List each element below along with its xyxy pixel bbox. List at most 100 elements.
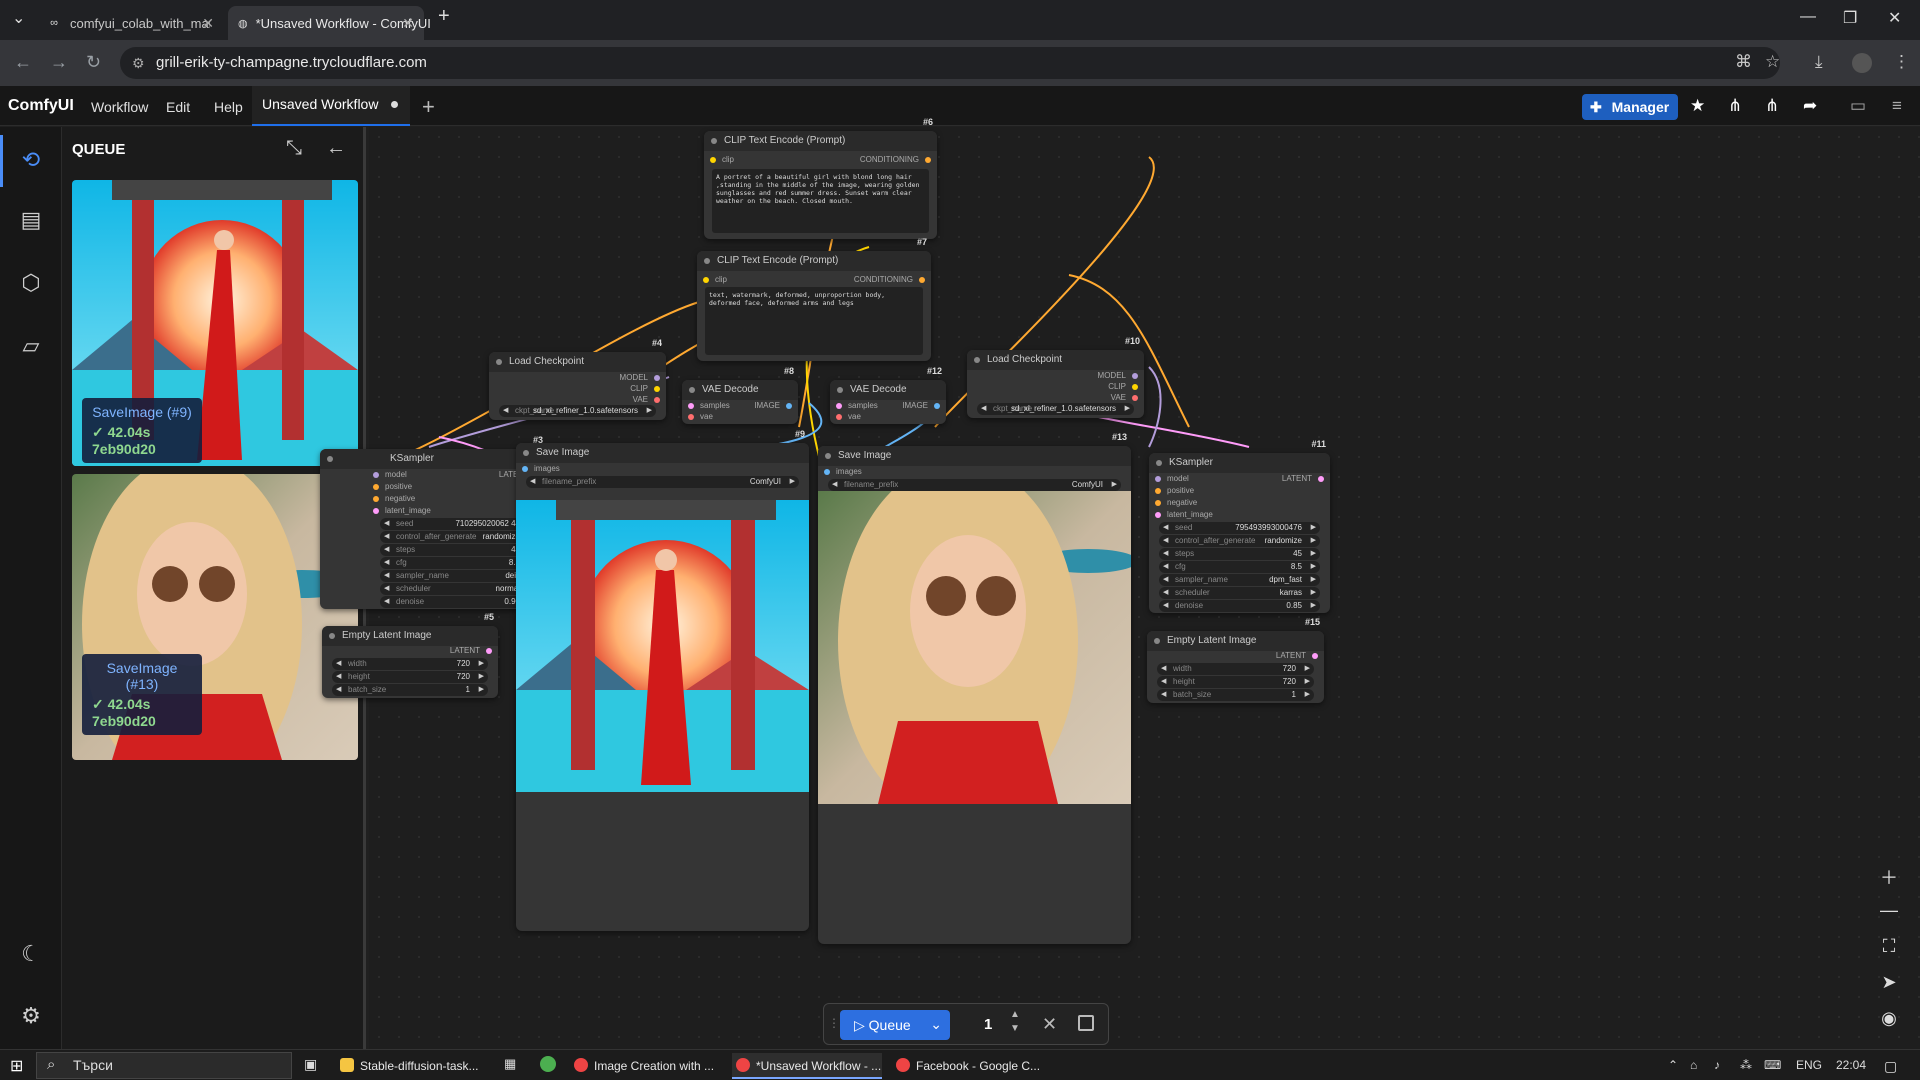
task-view-icon[interactable]: ▣ (304, 1056, 317, 1073)
seed-widget[interactable]: seed 710295020062 44 (380, 518, 538, 530)
output-slot-conditioning[interactable]: CONDITIONING (854, 275, 925, 284)
url-bar[interactable]: ⚙ grill-erik-ty-champagne.trycloudflare.… (120, 47, 1780, 79)
input-slot-samples[interactable]: samples (688, 401, 730, 410)
batch-count-input[interactable]: 1 (984, 1016, 992, 1033)
windows-start-icon[interactable]: ⊞ (10, 1056, 23, 1076)
queue-result-card[interactable]: SaveImage (#9) ✓ 42.04s 7eb90d20 (72, 180, 358, 466)
input-slot-latent-image[interactable]: latent_image (373, 506, 431, 515)
node-load-checkpoint-10[interactable]: #10 Load Checkpoint MODEL CLIP VAE ckpt_… (967, 336, 1144, 418)
node-empty-latent-5[interactable]: #5 Empty Latent Image LATENT width 720 he… (322, 612, 498, 698)
input-slot-clip[interactable]: clip (710, 155, 734, 164)
input-slot-vae[interactable]: vae (688, 412, 713, 421)
output-slot-latent[interactable]: LATENT (1282, 474, 1324, 483)
minimize-icon[interactable]: — (1800, 8, 1816, 26)
tab-close-icon[interactable]: ✕ (402, 15, 414, 32)
input-slot-negative[interactable]: negative (1155, 498, 1197, 507)
bookmark-star-icon[interactable]: ☆ (1765, 52, 1780, 72)
menu-edit[interactable]: Edit (166, 99, 190, 115)
node-title[interactable]: VAE Decode (682, 380, 798, 400)
add-workflow-icon[interactable]: + (422, 94, 435, 120)
node-library-icon[interactable]: ▤ (18, 207, 44, 233)
clock[interactable]: 22:04 (1836, 1058, 1866, 1072)
manager-button[interactable]: ✚ Manager (1582, 94, 1678, 120)
browser-tab-colab[interactable]: ∞ comfyui_colab_with_manager.ip ✕ (36, 6, 224, 40)
zoom-in-icon[interactable]: ＋ (1877, 864, 1901, 890)
close-window-icon[interactable]: ✕ (1888, 8, 1901, 28)
output-slot-model[interactable]: MODEL (620, 373, 660, 382)
input-slot-negative[interactable]: negative (373, 494, 415, 503)
taskbar-item-chrome-1[interactable]: Image Creation with ... (570, 1053, 728, 1079)
keyboard-icon[interactable]: ⌨ (1764, 1058, 1781, 1072)
control-after-generate-widget[interactable]: control_after_generate randomize (380, 531, 538, 543)
output-slot-vae[interactable]: VAE (1111, 393, 1138, 402)
node-clip-text-encode-6[interactable]: #6 CLIP Text Encode (Prompt) clip CONDIT… (704, 117, 937, 239)
filename-prefix-widget[interactable]: filename_prefix ComfyUI (526, 476, 799, 488)
denoise-widget[interactable]: denoise0.90 (380, 596, 538, 608)
volume-icon[interactable]: ♪ (1714, 1058, 1720, 1072)
height-widget[interactable]: height 720 (1157, 676, 1314, 688)
cfg-widget[interactable]: cfg8.5 (380, 557, 538, 569)
node-ksampler-11[interactable]: #11 KSampler model positive negative lat… (1149, 439, 1330, 613)
output-slot-clip[interactable]: CLIP (1108, 382, 1138, 391)
cancel-icon[interactable]: ✕ (1042, 1014, 1057, 1035)
sampler-name-widget[interactable]: sampler_name dpm_fast (1159, 574, 1320, 586)
node-title[interactable]: Save Image (818, 446, 1131, 466)
node-title[interactable]: CLIP Text Encode (Prompt) (704, 131, 937, 151)
star-icon[interactable]: ★ (1690, 96, 1705, 116)
share-icon[interactable]: ➦ (1803, 96, 1817, 116)
theme-moon-icon[interactable]: ☾ (18, 941, 44, 967)
prompt-textarea[interactable]: A portret of a beautiful girl with blond… (712, 169, 929, 233)
ckpt-name-select[interactable]: ckpt_namesd_xl_refiner_1.0.safetensors (499, 405, 656, 417)
node-ksampler-3[interactable]: #3 KSampler model positive negative late… (320, 435, 547, 609)
output-slot-image[interactable]: IMAGE (902, 401, 940, 410)
settings-gear-icon[interactable]: ⚙ (18, 1003, 44, 1029)
green-app-icon[interactable] (540, 1056, 556, 1072)
browser-menu-icon[interactable]: ⋮ (1893, 52, 1910, 72)
input-slot-clip[interactable]: clip (703, 275, 727, 284)
height-widget[interactable]: height 720 (332, 671, 488, 683)
batch-size-widget[interactable]: batch_size 1 (332, 684, 488, 696)
input-slot-images[interactable]: images (824, 467, 862, 476)
back-icon[interactable]: ← (14, 52, 32, 73)
prompt-textarea[interactable]: text, watermark, deformed, unproportion … (705, 287, 923, 355)
model-library-icon[interactable]: ⬡ (18, 270, 44, 296)
node-clip-text-encode-7[interactable]: #7 CLIP Text Encode (Prompt) clip CONDIT… (697, 237, 931, 361)
taskbar-search[interactable]: ⌕ Търси (36, 1052, 292, 1079)
restore-icon[interactable]: ❐ (1843, 8, 1857, 28)
film-app-icon[interactable]: ▦ (504, 1056, 516, 1072)
input-slot-latent-image[interactable]: latent_image (1155, 510, 1213, 519)
node-empty-latent-15[interactable]: #15 Empty Latent Image LATENT width 720 h… (1147, 617, 1324, 703)
toggle-links-eye-icon[interactable]: ◉ (1877, 1008, 1901, 1029)
node-title[interactable]: KSampler (320, 449, 547, 469)
control-after-generate-widget[interactable]: control_after_generate randomize (1159, 535, 1320, 547)
queue-result-card[interactable]: SaveImage (#13) ✓ 42.04s 7eb90d20 (72, 474, 358, 760)
workflows-folder-icon[interactable]: ▱ (18, 333, 44, 359)
zoom-out-icon[interactable]: — (1877, 900, 1901, 921)
comfyui-logo[interactable]: ComfyUI (8, 97, 74, 115)
node-title[interactable]: Load Checkpoint (967, 350, 1144, 370)
hamburger-menu-icon[interactable]: ≡ (1892, 96, 1902, 116)
new-tab-icon[interactable]: + (438, 5, 450, 28)
input-slot-samples[interactable]: samples (836, 401, 878, 410)
node-title[interactable]: VAE Decode (830, 380, 946, 400)
width-widget[interactable]: width 720 (332, 658, 488, 670)
output-slot-vae[interactable]: VAE (633, 395, 660, 404)
taskbar-item-explorer[interactable]: Stable-diffusion-task... (336, 1053, 490, 1079)
select-mode-icon[interactable]: ➤ (1877, 972, 1901, 993)
sampler-name-widget[interactable]: sampler_namedeis (380, 570, 538, 582)
node-vae-decode-12[interactable]: #12 VAE Decode samples vae IMAGE (830, 366, 946, 424)
notifications-icon[interactable]: ▢ (1884, 1058, 1897, 1075)
profile-avatar-icon[interactable] (1852, 53, 1872, 73)
language-indicator[interactable]: ENG (1796, 1058, 1822, 1072)
scheduler-widget[interactable]: scheduler karras (1159, 587, 1320, 599)
node-save-image-13[interactable]: #13 Save Image images filename_prefix Com… (818, 432, 1131, 944)
reload-icon[interactable]: ↻ (86, 52, 101, 73)
queue-button[interactable]: ▷ Queue ⌄ (840, 1010, 950, 1040)
workflow-tab[interactable]: Unsaved Workflow (252, 86, 410, 126)
output-slot-image[interactable]: IMAGE (754, 401, 792, 410)
input-slot-model[interactable]: model (373, 470, 407, 479)
node-title[interactable]: Empty Latent Image (1147, 631, 1324, 651)
batch-size-widget[interactable]: batch_size 1 (1157, 689, 1314, 701)
seed-widget[interactable]: seed 795493993000476 (1159, 522, 1320, 534)
menu-workflow[interactable]: Workflow (91, 99, 148, 115)
